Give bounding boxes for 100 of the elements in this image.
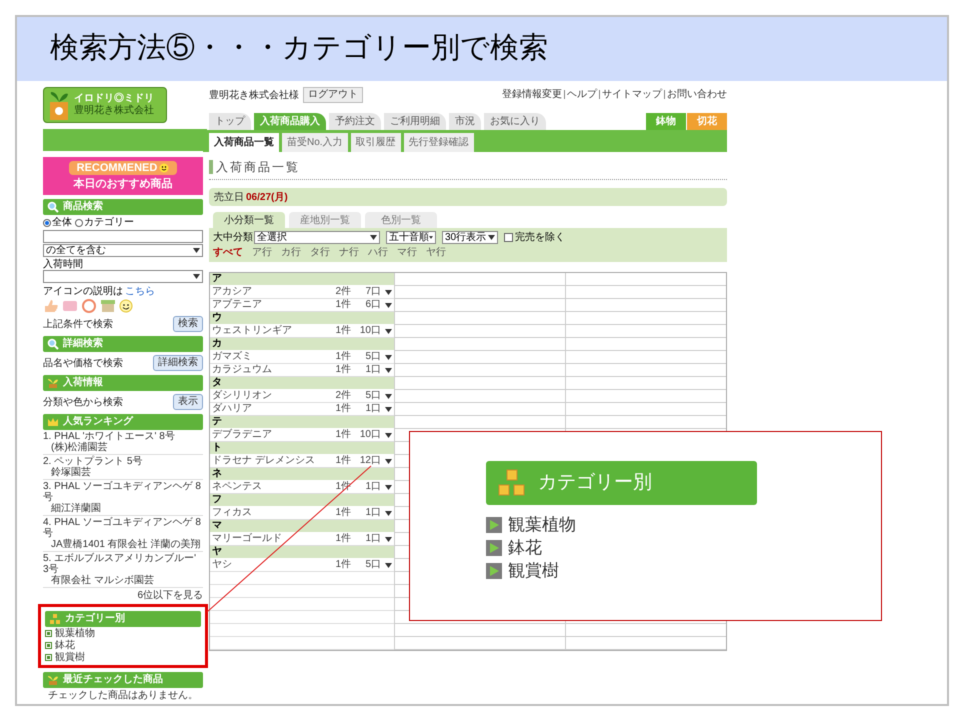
shop-name: 有限会社 マルシボ園芸 bbox=[43, 575, 203, 588]
ranking-item[interactable]: 2. ペットプラント 5号 bbox=[43, 456, 203, 467]
group-header: タ bbox=[210, 377, 394, 390]
kana-filter[interactable]: ヤ行 bbox=[426, 247, 446, 259]
category-link[interactable]: 鉢花 bbox=[55, 640, 75, 651]
product-name[interactable]: ネペンテス bbox=[212, 481, 325, 493]
header-link[interactable]: サイトマップ bbox=[602, 87, 662, 102]
sidebar-button[interactable]: 表示 bbox=[173, 394, 203, 410]
category-title: カテゴリー別 bbox=[538, 470, 652, 495]
count-cell-text: 1件 bbox=[334, 351, 351, 363]
section-title: 人気ランキング bbox=[63, 416, 133, 428]
category-link[interactable]: 観賞樹 bbox=[55, 652, 85, 663]
ranking-item[interactable]: 3. PHAL ソーゴユキディアンヘゲ 8号 bbox=[43, 481, 203, 503]
kana-filter[interactable]: ア行 bbox=[252, 247, 272, 259]
product-name[interactable]: ドラセナ デレメンシス bbox=[212, 455, 325, 467]
radio-label: カテゴリー bbox=[84, 217, 134, 228]
product-name[interactable]: ダハリア bbox=[212, 403, 325, 415]
category-item: 観賞樹 bbox=[508, 561, 559, 581]
subnav-tab[interactable]: 入荷商品一覧 bbox=[209, 133, 279, 152]
list-tab[interactable]: 小分類一覧 bbox=[213, 212, 285, 228]
product-name[interactable]: カラジュウム bbox=[212, 364, 325, 376]
kana-filter[interactable]: すべて bbox=[213, 247, 243, 259]
category-dropdown[interactable]: 全選択 bbox=[254, 231, 380, 244]
section-title: 最近チェックした商品 bbox=[63, 674, 163, 686]
sort-dropdown[interactable]: 五十音順 bbox=[386, 231, 436, 244]
field-label: 入荷時間 bbox=[43, 259, 84, 270]
page-heading: 入荷商品一覧 bbox=[216, 159, 300, 176]
quantity-cell-text: 1口 bbox=[364, 507, 381, 519]
count-cell-text: 2件 bbox=[334, 286, 351, 298]
nav-tab[interactable]: トップ bbox=[209, 113, 251, 130]
group-header: マ bbox=[210, 520, 394, 533]
field-label: 大中分類 bbox=[213, 232, 253, 243]
count-cell-text: 1件 bbox=[334, 533, 351, 545]
banner-title: RECOMMENED bbox=[76, 161, 158, 175]
quantity-cell-text: 1口 bbox=[364, 533, 381, 545]
product-name[interactable]: ガマズミ bbox=[212, 351, 325, 363]
more-link[interactable]: 6位以下を見る bbox=[137, 590, 203, 601]
ranking-item[interactable]: 5. エボルブルスアメリカンブルー' 3号 bbox=[43, 553, 203, 575]
kana-filter[interactable]: ハ行 bbox=[368, 247, 388, 259]
group-header: テ bbox=[210, 416, 394, 429]
product-name[interactable]: ダシリリオン bbox=[212, 390, 325, 402]
nav-tab[interactable]: お気に入り bbox=[484, 113, 546, 130]
nav-tab[interactable]: 市況 bbox=[449, 113, 481, 130]
list-tab[interactable]: 色別一覧 bbox=[365, 212, 437, 228]
subnav-tab[interactable]: 苗受No.入力 bbox=[282, 133, 348, 152]
quantity-cell-text: 5口 bbox=[364, 559, 381, 571]
sidebar-button[interactable]: 検索 bbox=[173, 316, 203, 332]
group-header: ト bbox=[210, 442, 394, 455]
match-dropdown[interactable]: の全てを含む bbox=[43, 244, 203, 257]
ranking-item[interactable]: 4. PHAL ソーゴユキディアンヘゲ 8号 bbox=[43, 517, 203, 539]
kana-filter[interactable]: タ行 bbox=[310, 247, 330, 259]
slide-title: 検索方法⑤・・・カテゴリー別で検索 bbox=[50, 31, 548, 66]
shop-name: 鈴塚園芸 bbox=[43, 467, 203, 480]
section-title: カテゴリー別 bbox=[65, 613, 125, 625]
kana-filter[interactable]: ナ行 bbox=[339, 247, 359, 259]
logo-company: 豊明花き株式会社 bbox=[74, 105, 154, 117]
group-header: ネ bbox=[210, 468, 394, 481]
header-link[interactable]: ヘルプ bbox=[567, 87, 597, 102]
date-value: 06/27(月) bbox=[246, 190, 288, 204]
product-name[interactable]: フィカス bbox=[212, 507, 325, 519]
shop-name: 細江洋蘭園 bbox=[43, 503, 203, 516]
help-link[interactable]: こちら bbox=[125, 286, 155, 297]
ranking-item[interactable]: 1. PHAL 'ホワイトエース' 8号 bbox=[43, 431, 203, 442]
product-name[interactable]: デブラデニア bbox=[212, 429, 325, 441]
product-name[interactable]: アブテニア bbox=[212, 299, 325, 311]
product-name[interactable]: マリーゴールド bbox=[212, 533, 325, 545]
icon-note: アイコンの説明は こちら bbox=[43, 286, 156, 297]
subnav-tab[interactable]: 先行登録確認 bbox=[404, 133, 474, 152]
quantity-cell-text: 6口 bbox=[364, 299, 381, 311]
product-name[interactable]: ウェストリンギア bbox=[212, 325, 325, 337]
quantity-cell-text: 1口 bbox=[364, 403, 381, 415]
list-tab[interactable]: 産地別一覧 bbox=[289, 212, 361, 228]
kana-filter[interactable]: カ行 bbox=[281, 247, 301, 259]
count-cell-text: 1件 bbox=[334, 325, 351, 337]
count-cell-text: 1件 bbox=[334, 455, 351, 467]
section-title: 商品検索 bbox=[63, 201, 103, 213]
count-cell-text: 1件 bbox=[334, 429, 351, 441]
logo-name: イロドリ◎ミドリ bbox=[74, 93, 154, 104]
category-item: 鉢花 bbox=[508, 538, 542, 558]
kana-filter[interactable]: マ行 bbox=[397, 247, 417, 259]
nav-tab[interactable]: ご利用明細 bbox=[384, 113, 446, 130]
sidebar-button[interactable]: 詳細検索 bbox=[153, 355, 203, 371]
group-header: カ bbox=[210, 338, 394, 351]
shop-name: JA豊橋1401 有限会社 洋蘭の美翔 bbox=[43, 539, 203, 552]
logout-button[interactable]: ログアウト bbox=[303, 87, 363, 103]
section-title: 詳細検索 bbox=[63, 338, 103, 350]
hint-text: 分類や色から検索 bbox=[43, 396, 123, 408]
count-cell-text: 1件 bbox=[334, 507, 351, 519]
product-name[interactable]: ヤシ bbox=[212, 559, 325, 571]
group-header: ヤ bbox=[210, 546, 394, 559]
category-link[interactable]: 観葉植物 bbox=[55, 628, 95, 639]
header-link[interactable]: お問い合わせ bbox=[667, 87, 727, 102]
count-cell-text: 1件 bbox=[334, 559, 351, 571]
header-link[interactable]: 登録情報変更 bbox=[502, 87, 562, 102]
section-title: 入荷情報 bbox=[63, 377, 103, 389]
rows-dropdown[interactable]: 30行表示 bbox=[442, 231, 498, 244]
product-name[interactable]: アカシア bbox=[212, 286, 325, 298]
subnav-tab[interactable]: 取引履歴 bbox=[350, 133, 401, 152]
nav-tab[interactable]: 予約注文 bbox=[329, 113, 381, 130]
count-cell-text: 1件 bbox=[334, 299, 351, 311]
